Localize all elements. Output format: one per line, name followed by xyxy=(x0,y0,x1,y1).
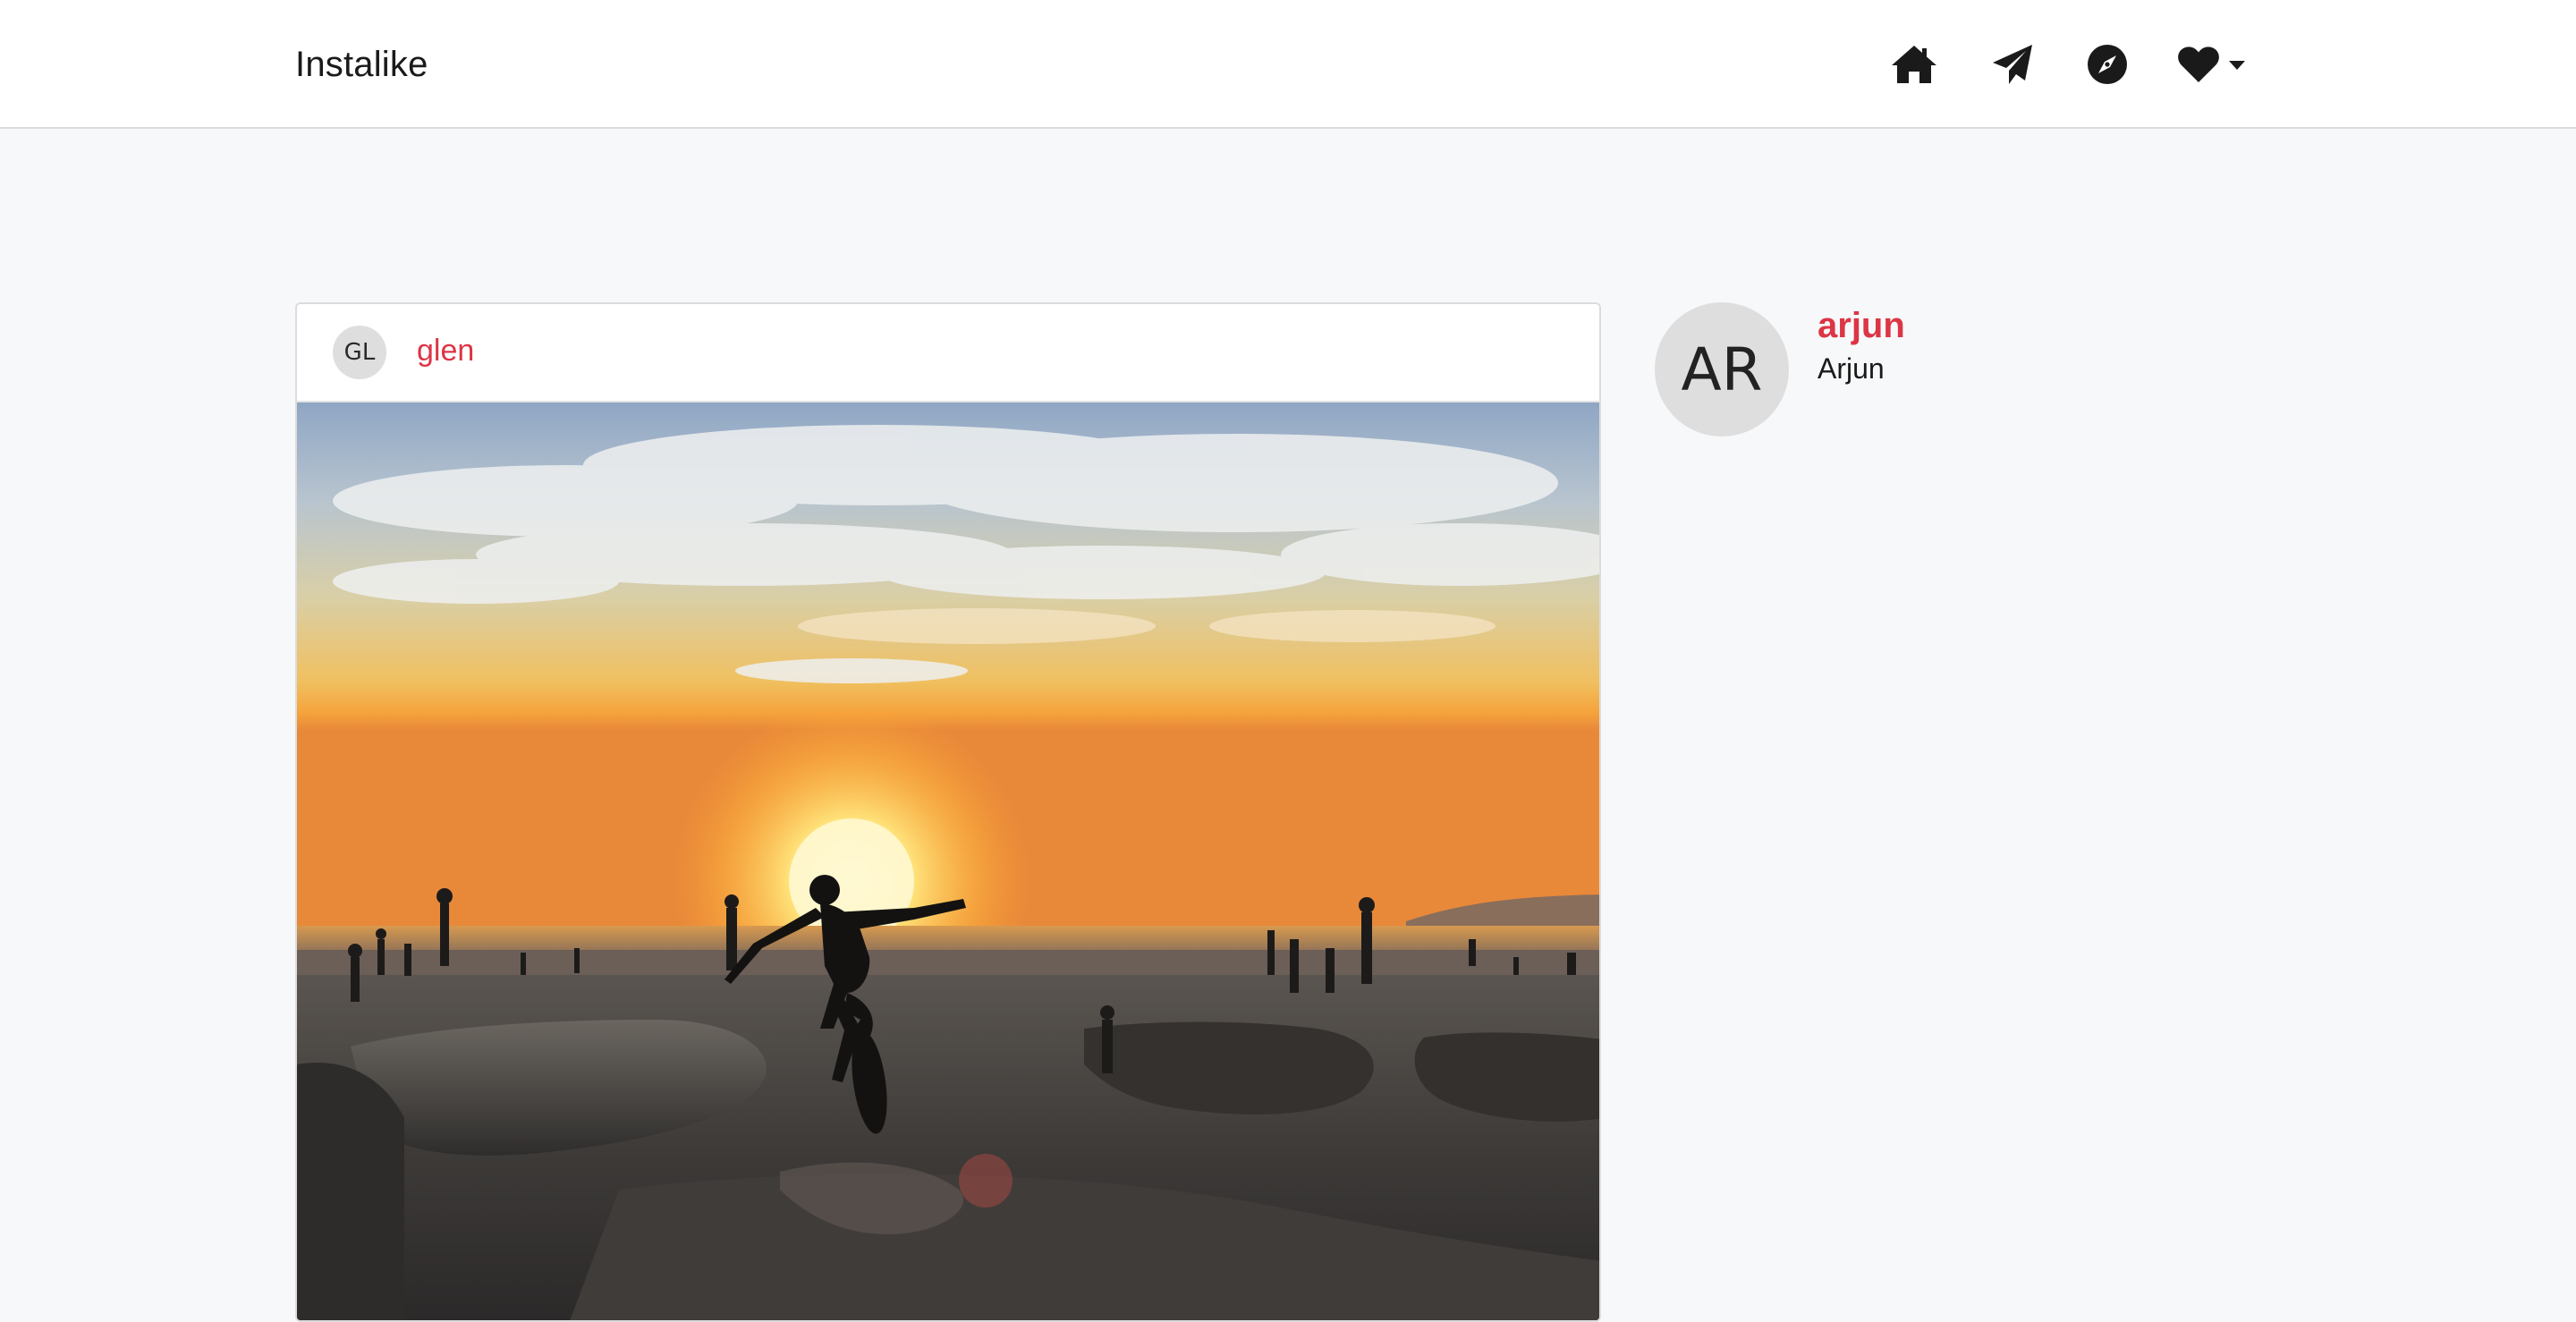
paper-plane-icon[interactable] xyxy=(1986,38,2039,91)
top-navbar: Instalike xyxy=(0,0,2576,129)
heart-icon xyxy=(2178,47,2219,82)
chevron-down-icon xyxy=(2229,61,2245,70)
home-icon[interactable] xyxy=(1887,38,1941,91)
post-author-avatar[interactable]: GL xyxy=(333,326,386,379)
post-card: GL glen xyxy=(295,302,1601,1322)
profile-full-name: Arjun xyxy=(1818,352,1885,385)
activity-dropdown-toggle[interactable] xyxy=(2177,38,2263,91)
post-image[interactable] xyxy=(297,403,1599,1320)
post-header: GL glen xyxy=(297,304,1599,403)
profile-avatar[interactable]: AR xyxy=(1655,302,1789,436)
post-author-username[interactable]: glen xyxy=(417,331,474,370)
nav-icon-group xyxy=(1887,38,2263,91)
profile-username[interactable]: arjun xyxy=(1818,302,1905,349)
compass-icon[interactable] xyxy=(2080,38,2134,91)
brand-logo-link[interactable]: Instalike xyxy=(295,39,428,89)
